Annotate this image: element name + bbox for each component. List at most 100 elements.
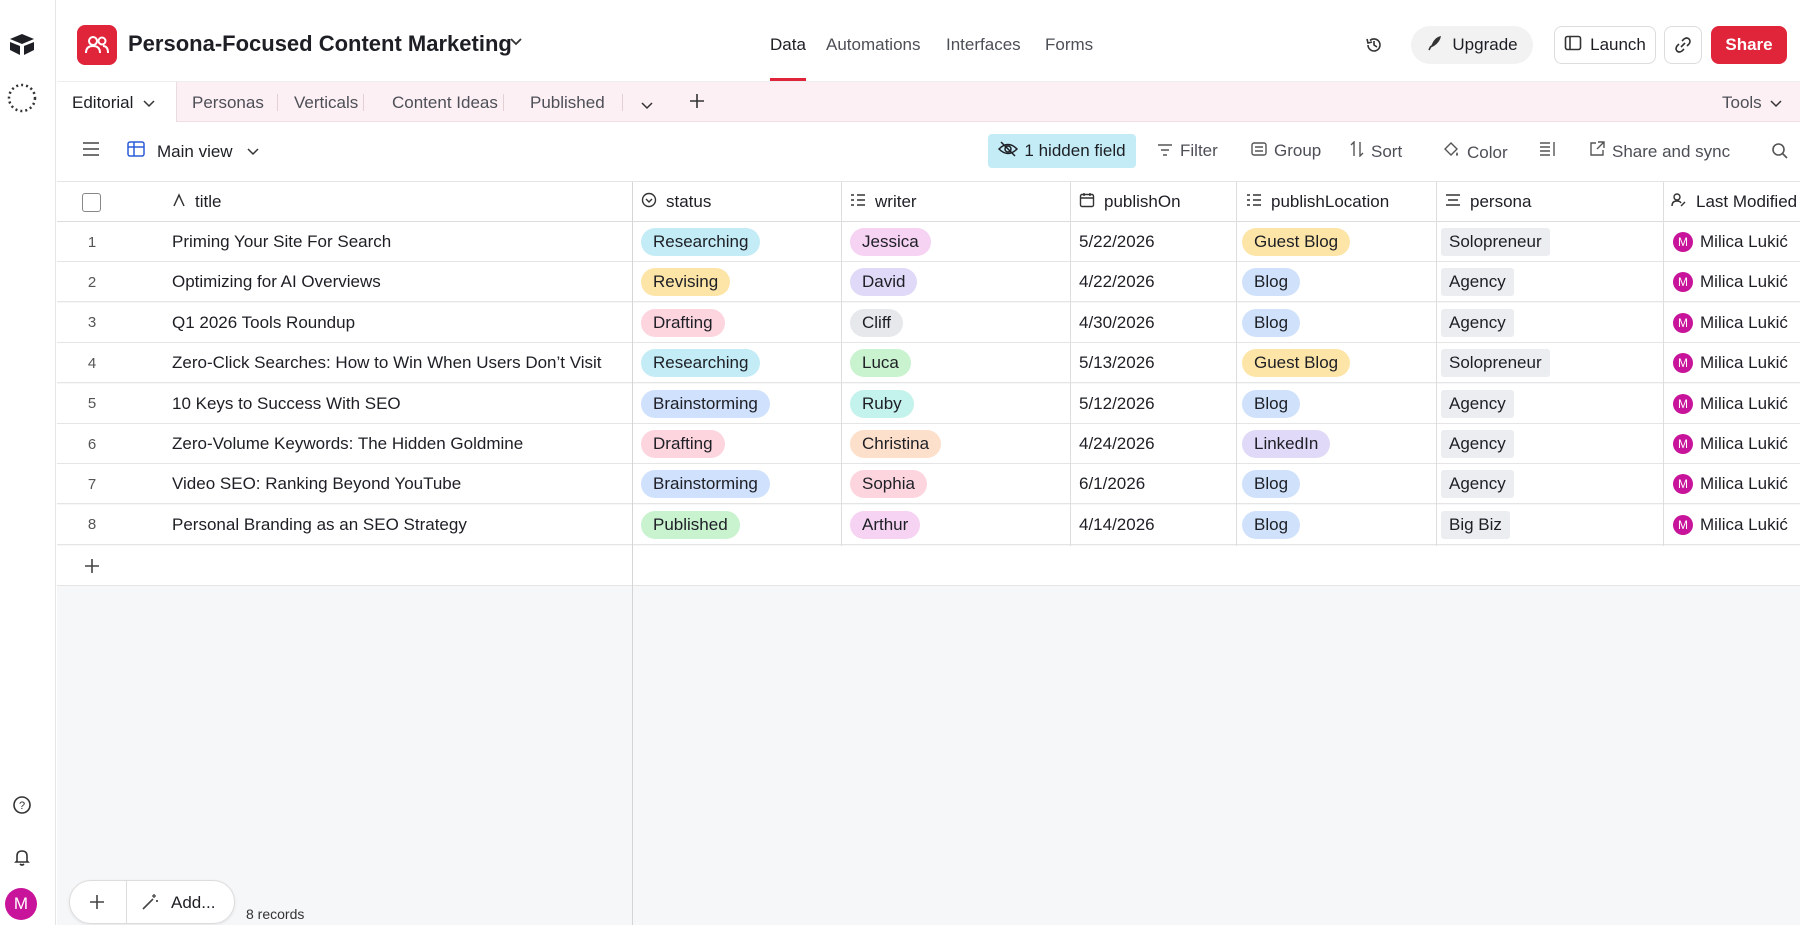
cell-last-modified[interactable]: M Milica Lukić <box>1673 505 1800 545</box>
cell-last-modified[interactable]: M Milica Lukić <box>1673 424 1800 464</box>
hidden-fields-button[interactable]: 1 hidden field <box>988 134 1136 168</box>
cell-publishlocation[interactable]: Guest Blog <box>1242 222 1432 262</box>
cell-status[interactable]: Brainstorming <box>641 384 836 424</box>
chevron-down-icon[interactable] <box>143 93 155 113</box>
add-plus-icon[interactable] <box>88 893 106 916</box>
cell-status[interactable]: Researching <box>641 343 836 383</box>
cell-publishon[interactable]: 5/22/2026 <box>1079 222 1229 262</box>
cell-title[interactable]: Q1 2026 Tools Roundup <box>172 303 627 343</box>
cell-persona[interactable]: Agency <box>1441 464 1659 504</box>
cell-writer[interactable]: Jessica <box>850 222 1065 262</box>
cell-last-modified[interactable]: M Milica Lukić <box>1673 343 1800 383</box>
table-row[interactable]: 3 Q1 2026 Tools Roundup Drafting Cliff 4/30/… <box>57 302 1800 343</box>
column-header-publishlocation[interactable]: publishLocation <box>1246 182 1436 222</box>
table-tab-content-ideas[interactable]: Content Ideas <box>392 93 498 113</box>
cell-publishon[interactable]: 4/30/2026 <box>1079 303 1229 343</box>
cell-status[interactable]: Brainstorming <box>641 464 836 504</box>
copy-link-icon[interactable] <box>1664 26 1702 64</box>
nav-tab-automations[interactable]: Automations <box>826 35 921 55</box>
chevron-down-icon[interactable] <box>509 34 523 50</box>
add-table-plus-icon[interactable] <box>688 92 706 115</box>
share-and-sync-button[interactable]: Share and sync <box>1589 141 1730 162</box>
column-header-title[interactable]: title <box>172 182 632 222</box>
cell-persona[interactable]: Agency <box>1441 384 1659 424</box>
cell-last-modified[interactable]: M Milica Lukić <box>1673 384 1800 424</box>
column-header-publishon[interactable]: publishOn <box>1079 182 1239 222</box>
tools-menu[interactable]: Tools <box>1722 93 1782 113</box>
cell-writer[interactable]: Christina <box>850 424 1065 464</box>
launch-button[interactable]: Launch <box>1554 26 1656 64</box>
cell-last-modified[interactable]: M Milica Lukić <box>1673 464 1800 504</box>
history-icon[interactable] <box>1357 26 1391 64</box>
table-tab-verticals[interactable]: Verticals <box>294 93 358 113</box>
table-tab-personas[interactable]: Personas <box>192 93 264 113</box>
cell-status[interactable]: Revising <box>641 262 836 302</box>
column-header-status[interactable]: status <box>641 182 841 222</box>
cell-persona[interactable]: Agency <box>1441 424 1659 464</box>
nav-tab-interfaces[interactable]: Interfaces <box>946 35 1021 55</box>
table-row[interactable]: 1 Priming Your Site For Search Researching… <box>57 222 1800 262</box>
view-switcher[interactable]: Main view <box>127 141 260 162</box>
table-row[interactable]: 4 Zero-Click Searches: How to Win When Us… <box>57 343 1800 384</box>
cell-title[interactable]: Video SEO: Ranking Beyond YouTube <box>172 464 627 504</box>
cell-publishlocation[interactable]: Blog <box>1242 303 1432 343</box>
column-header-writer[interactable]: writer <box>850 182 1070 222</box>
cell-publishlocation[interactable]: Blog <box>1242 505 1432 545</box>
cell-title[interactable]: Priming Your Site For Search <box>172 222 627 262</box>
cell-status[interactable]: Researching <box>641 222 836 262</box>
cell-publishon[interactable]: 4/22/2026 <box>1079 262 1229 302</box>
cell-publishlocation[interactable]: Blog <box>1242 464 1432 504</box>
add-button-label[interactable]: Add... <box>171 893 215 913</box>
cell-publishlocation[interactable]: LinkedIn <box>1242 424 1432 464</box>
table-row[interactable]: 2 Optimizing for AI Overviews Revising Davi… <box>57 262 1800 303</box>
sort-button[interactable]: Sort <box>1350 140 1402 162</box>
upgrade-button[interactable]: Upgrade <box>1411 26 1533 64</box>
magic-wand-icon[interactable] <box>141 893 159 916</box>
share-button[interactable]: Share <box>1711 26 1787 64</box>
search-icon[interactable] <box>1771 142 1789 160</box>
table-tab-published[interactable]: Published <box>530 93 605 113</box>
cell-status[interactable]: Published <box>641 505 836 545</box>
nav-tab-forms[interactable]: Forms <box>1045 35 1093 55</box>
column-header-last-modified[interactable]: Last Modified <box>1671 182 1800 222</box>
table-tab-editorial[interactable]: Editorial <box>57 82 177 123</box>
add-record-plus-icon[interactable] <box>83 557 101 580</box>
cell-writer[interactable]: Cliff <box>850 303 1065 343</box>
base-title[interactable]: Persona-Focused Content Marketing <box>128 31 512 57</box>
cell-title[interactable]: Optimizing for AI Overviews <box>172 262 627 302</box>
group-button[interactable]: Group <box>1251 141 1321 161</box>
cell-title[interactable]: 10 Keys to Success With SEO <box>172 384 627 424</box>
cell-persona[interactable]: Solopreneur <box>1441 343 1659 383</box>
nav-tab-data[interactable]: Data <box>770 35 806 55</box>
table-row[interactable]: 5 10 Keys to Success With SEO Brainstormin… <box>57 383 1800 424</box>
cell-writer[interactable]: Arthur <box>850 505 1065 545</box>
help-icon[interactable]: ? <box>6 789 38 821</box>
cell-title[interactable]: Zero-Click Searches: How to Win When Use… <box>172 343 627 383</box>
table-row[interactable]: 7 Video SEO: Ranking Beyond YouTube Brains… <box>57 464 1800 505</box>
cell-publishlocation[interactable]: Blog <box>1242 262 1432 302</box>
cell-publishon[interactable]: 4/24/2026 <box>1079 424 1229 464</box>
cell-persona[interactable]: Agency <box>1441 262 1659 302</box>
cell-title[interactable]: Personal Branding as an SEO Strategy <box>172 505 627 545</box>
home-logo-icon[interactable] <box>6 28 38 60</box>
cell-publishlocation[interactable]: Blog <box>1242 384 1432 424</box>
cell-last-modified[interactable]: M Milica Lukić <box>1673 262 1800 302</box>
cell-publishon[interactable]: 5/12/2026 <box>1079 384 1229 424</box>
cell-last-modified[interactable]: M Milica Lukić <box>1673 303 1800 343</box>
table-row[interactable]: 8 Personal Branding as an SEO Strategy Pub… <box>57 504 1800 545</box>
cell-persona[interactable]: Agency <box>1441 303 1659 343</box>
color-button[interactable]: Color <box>1442 141 1508 164</box>
cell-persona[interactable]: Big Biz <box>1441 505 1659 545</box>
cell-publishon[interactable]: 5/13/2026 <box>1079 343 1229 383</box>
select-all-checkbox-box[interactable] <box>82 193 101 212</box>
cell-publishon[interactable]: 4/14/2026 <box>1079 505 1229 545</box>
cell-writer[interactable]: David <box>850 262 1065 302</box>
cell-persona[interactable]: Solopreneur <box>1441 222 1659 262</box>
cell-title[interactable]: Zero-Volume Keywords: The Hidden Goldmin… <box>172 424 627 464</box>
notifications-bell-icon[interactable] <box>6 841 38 873</box>
row-height-icon[interactable] <box>1539 141 1557 157</box>
cell-publishon[interactable]: 6/1/2026 <box>1079 464 1229 504</box>
add-record-row[interactable] <box>57 546 633 586</box>
more-tables-chevron-icon[interactable] <box>640 96 654 116</box>
cell-status[interactable]: Drafting <box>641 424 836 464</box>
